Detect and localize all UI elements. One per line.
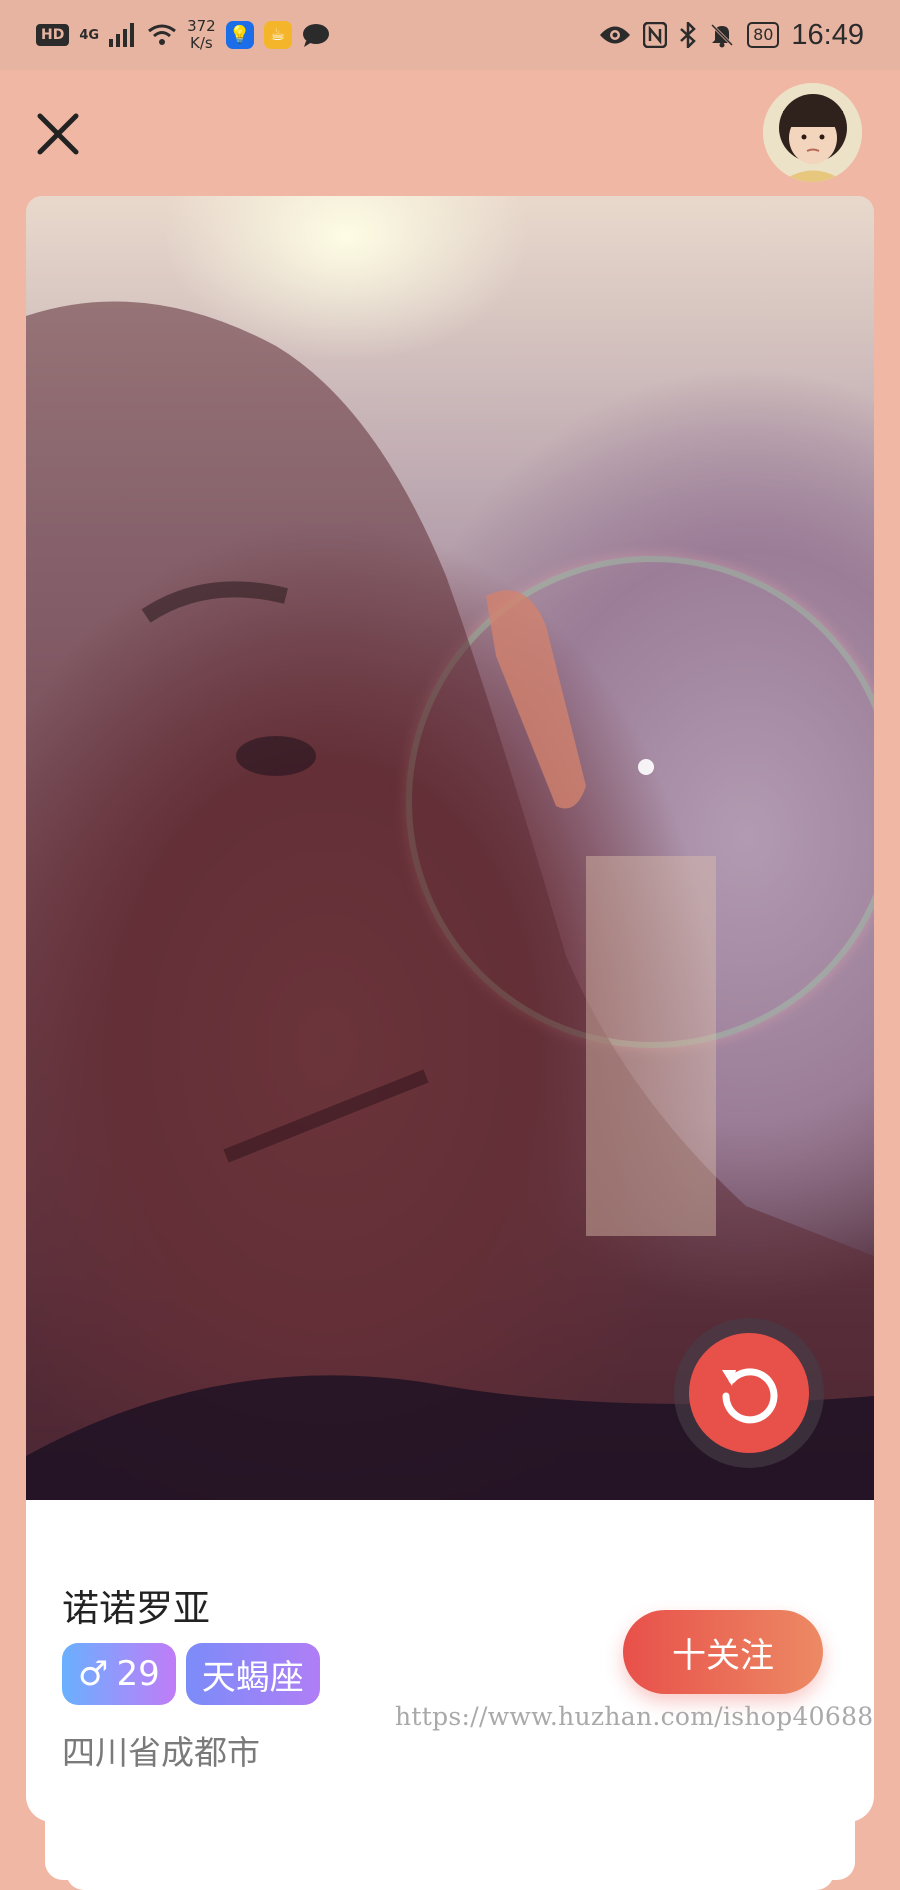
battery-icon: 80 bbox=[747, 22, 780, 48]
follow-button[interactable]: 十关注 bbox=[623, 1610, 823, 1694]
speed-unit: K/s bbox=[190, 34, 213, 52]
eye-icon bbox=[600, 26, 631, 44]
chat-icon bbox=[302, 24, 329, 47]
cup-app-icon: ☕ bbox=[263, 21, 292, 49]
bluetooth-icon bbox=[680, 22, 696, 48]
profile-info-panel: 诺诺罗亚 ♂ 29 天蝎座 四川省成都市 十关注 bbox=[26, 1500, 874, 1822]
status-bar: HD 4G 372 K/s 💡 ☕ 80 16:49 bbox=[0, 0, 900, 70]
replay-button-inner bbox=[689, 1333, 809, 1453]
close-icon bbox=[37, 113, 79, 155]
user-avatar[interactable] bbox=[763, 83, 862, 182]
nfc-icon bbox=[643, 22, 668, 48]
profile-tags: ♂ 29 天蝎座 bbox=[62, 1643, 320, 1705]
hd-badge: HD bbox=[36, 24, 70, 46]
bell-muted-icon bbox=[711, 23, 734, 48]
network-speed: 372 K/s bbox=[187, 18, 216, 52]
clock: 16:49 bbox=[791, 18, 864, 51]
replay-icon bbox=[722, 1368, 778, 1424]
card-stack-edge-2 bbox=[66, 1810, 834, 1890]
network-label: 4G bbox=[79, 27, 100, 43]
age-value: 29 bbox=[116, 1654, 160, 1694]
watermark-text: https://www.huzhan.com/ishop40688 bbox=[395, 1702, 874, 1731]
status-left: HD 4G 372 K/s 💡 ☕ bbox=[36, 14, 330, 56]
avatar-image bbox=[763, 83, 862, 182]
close-button[interactable] bbox=[34, 110, 82, 158]
status-right: 80 16:49 bbox=[599, 14, 864, 56]
signal-icon bbox=[109, 23, 135, 47]
profile-location: 四川省成都市 bbox=[62, 1733, 260, 1772]
male-icon: ♂ bbox=[78, 1654, 109, 1694]
replay-button[interactable] bbox=[674, 1318, 824, 1468]
profile-name: 诺诺罗亚 bbox=[62, 1587, 210, 1630]
wifi-icon bbox=[148, 24, 176, 45]
bulb-app-icon: 💡 bbox=[225, 21, 254, 49]
gender-age-badge: ♂ 29 bbox=[62, 1643, 176, 1705]
profile-photo[interactable] bbox=[26, 196, 874, 1542]
speed-value: 372 bbox=[187, 17, 216, 35]
zodiac-badge: 天蝎座 bbox=[185, 1643, 320, 1705]
